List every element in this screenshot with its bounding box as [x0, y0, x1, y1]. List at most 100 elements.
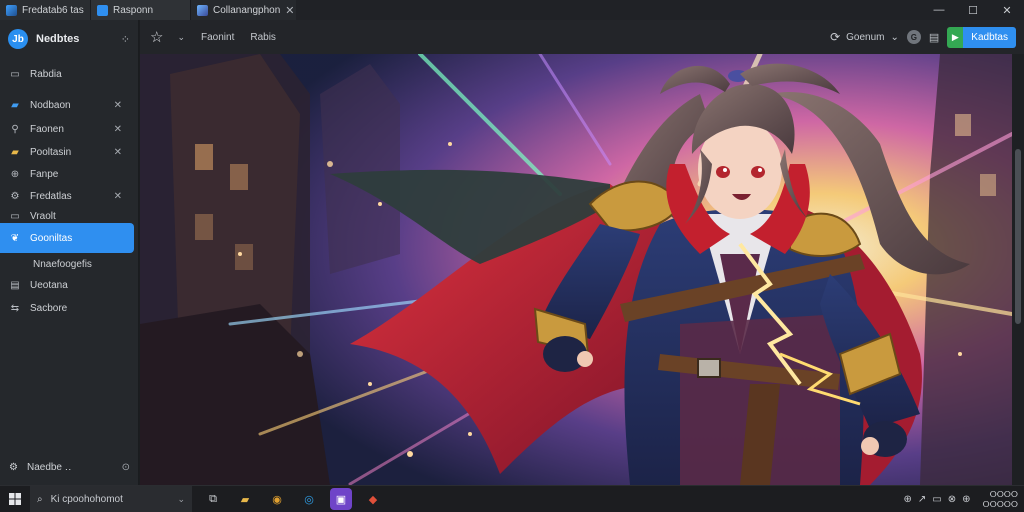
chevron-down-icon[interactable]: ⌄ [177, 32, 185, 43]
battery-icon[interactable]: ▭ [932, 494, 941, 505]
windows-start-icon[interactable] [0, 486, 30, 512]
clock-time: ⵔⵔⵔⵔ [989, 489, 1018, 499]
gear-icon: ⚙ [9, 461, 18, 473]
sidebar-item-label: Ueotana [30, 279, 68, 291]
sidebar-item-label: Rabdia [30, 68, 62, 80]
yellow-folder-icon: ▰ [11, 146, 19, 158]
artwork-canvas[interactable] [140, 54, 1012, 485]
account-label: Goenum [846, 31, 885, 43]
monitor-icon: ▭ [10, 210, 20, 222]
volume-icon[interactable]: ⊕ [962, 494, 970, 505]
pin-icon: ⚲ [11, 123, 19, 135]
sidebar-item-label: Fanpe [30, 168, 59, 180]
primary-action-label: Kadbtas [963, 26, 1016, 48]
tab-rasponn[interactable]: Rasponn [90, 0, 190, 20]
sidebar-item-label: Sacbore [30, 302, 68, 314]
avatar[interactable]: G [906, 30, 921, 44]
sidebar-item-label: Faonen [30, 123, 64, 135]
close-icon[interactable]: ✕ [990, 0, 1024, 20]
photo-app-icon [197, 4, 208, 16]
sidebar-header: Jb Nedbtes ⁘ [0, 20, 138, 58]
app-icon [6, 4, 17, 16]
sidebar-item-label: Vraolt [30, 210, 56, 222]
taskbar: ⌕ Ki cpoohohomot ⌄ ⧉ ▰ ◉ ◎ ▣ ◆ ⊕ ↗ ▭ ⊗ ⊕… [0, 485, 1024, 512]
chrome-icon[interactable]: ◉ [266, 488, 288, 510]
system-tray: ⊕ ↗ ▭ ⊗ ⊕ ⵔⵔⵔⵔ ⵔⵔⵔⵔⵔ [903, 486, 1018, 512]
title-bar: Fredatab6 tas Rasponn Collanangphon ✕ — … [0, 0, 1024, 20]
document-icon[interactable]: ▤ [929, 31, 939, 44]
sidebar-item-label: Pooltasin [30, 146, 72, 158]
tab-label: Collanangphon [213, 4, 281, 16]
leaf-icon: ❦ [10, 232, 20, 244]
maximize-icon[interactable]: ☐ [956, 0, 990, 20]
clock-date: ⵔⵔⵔⵔⵔ [982, 499, 1018, 509]
account-switcher[interactable]: ⟳ Goenum ⌄ [830, 30, 899, 44]
sidebar-item-label: Nodbaon [30, 99, 71, 111]
sidebar-title: Nedbtes [36, 33, 80, 45]
remove-icon[interactable]: ✕ [114, 124, 122, 135]
brave-icon[interactable]: ◆ [362, 488, 384, 510]
sidebar-item-pooltasin[interactable]: ▰ Pooltasin ✕ [0, 142, 134, 162]
remove-icon[interactable]: ✕ [114, 191, 122, 202]
task-view-icon[interactable]: ⧉ [202, 488, 224, 510]
sidebar-item-label: Nnaefoogefis [33, 258, 92, 270]
window-icon: ▭ [10, 68, 20, 80]
globe-icon: ⊕ [10, 168, 20, 180]
primary-action-button[interactable]: ▶ Kadbtas [947, 26, 1016, 48]
clock[interactable]: ⵔⵔⵔⵔ ⵔⵔⵔⵔⵔ [982, 490, 1018, 510]
document-icon: ▤ [10, 279, 20, 291]
sidebar-item-nodbaon[interactable]: ▰ Nodbaon ✕ [0, 95, 134, 115]
grid-icon[interactable]: ⁘ [121, 33, 130, 46]
tab-label: Fredatab6 tas [22, 4, 84, 16]
network-icon[interactable]: ⊗ [948, 494, 956, 505]
search-icon: ⌕ [37, 493, 43, 505]
chevron-down-icon: ⌄ [890, 31, 899, 43]
window-controls: — ☐ ✕ [922, 0, 1024, 20]
app-window: Fredatab6 tas Rasponn Collanangphon ✕ — … [0, 0, 1024, 512]
sidebar-item-sacbore[interactable]: ⇆ Sacbore [0, 298, 134, 318]
remove-icon[interactable]: ✕ [114, 100, 122, 111]
close-tab-icon[interactable]: ✕ [285, 4, 294, 17]
status-icon[interactable]: ⊙ [122, 462, 130, 473]
search-text: Ki cpoohohomot [50, 493, 123, 505]
vertical-scrollbar[interactable] [1012, 54, 1024, 485]
top-toolbar: ☆ ⌄ Faonint Rabis ⟳ Goenum ⌄ G ▤ ▶ Kadbt… [140, 20, 1024, 54]
anime-hero-illustration [140, 54, 1012, 485]
sidebar-item-fredatlas[interactable]: ⚙ Fredatlas ✕ [0, 186, 134, 206]
file-explorer-icon[interactable]: ▰ [234, 488, 256, 510]
sidebar-item-label: Fredatlas [30, 190, 72, 202]
toolbar-link-rabis[interactable]: Rabis [250, 32, 276, 43]
edge-icon[interactable]: ◎ [298, 488, 320, 510]
sidebar-item-rabdia[interactable]: ▭ Rabdia [0, 64, 134, 84]
twitch-icon[interactable]: ▣ [330, 488, 352, 510]
taskbar-search-input[interactable]: ⌕ Ki cpoohohomot ⌄ [30, 485, 192, 512]
sidebar-footer[interactable]: ⚙ Naedbe ‥ ⊙ [0, 457, 139, 477]
share-icon: ⇆ [10, 302, 20, 314]
tab-collanangphon[interactable]: Collanangphon ✕ [190, 0, 296, 20]
minimize-icon[interactable]: — [922, 0, 956, 20]
sidebar-item-nnaefoogefis[interactable]: Nnaefoogefis [0, 254, 134, 274]
blue-folder-icon: ▰ [11, 99, 19, 111]
toolbar-right: ⟳ Goenum ⌄ G ▤ ▶ Kadbtas [830, 20, 1016, 54]
remove-icon[interactable]: ✕ [114, 147, 122, 158]
tray-icon-2[interactable]: ↗ [918, 494, 926, 505]
play-icon: ▶ [947, 26, 964, 48]
sidebar-footer-label: Naedbe ‥ [26, 461, 72, 473]
sidebar-item-label: Gooniltas [30, 232, 73, 244]
sidebar-item-gooniltas[interactable]: ❦ Gooniltas [0, 223, 134, 253]
toolbar-link-faonint[interactable]: Faonint [201, 32, 234, 43]
chevron-down-icon: ⌄ [177, 493, 185, 504]
sidebar: Jb Nedbtes ⁘ ▭ Rabdia ▰ Nodbaon ✕ ⚲ Faon… [0, 20, 139, 485]
star-icon[interactable]: ☆ [150, 28, 163, 46]
sidebar-item-vraolt[interactable]: ▭ Vraolt [0, 209, 134, 223]
tab-fredatab[interactable]: Fredatab6 tas [0, 0, 90, 20]
scrollbar-thumb[interactable] [1015, 149, 1021, 324]
sidebar-item-ueotana[interactable]: ▤ Ueotana [0, 275, 134, 295]
tray-icon-1[interactable]: ⊕ [903, 494, 911, 505]
blue-app-icon [97, 4, 108, 16]
logo-icon: Jb [8, 29, 28, 49]
sidebar-item-fanpe[interactable]: ⊕ Fanpe [0, 164, 134, 184]
sync-icon: ⟳ [830, 30, 841, 44]
tab-label: Rasponn [113, 4, 154, 16]
sidebar-item-faonen[interactable]: ⚲ Faonen ✕ [0, 119, 134, 139]
